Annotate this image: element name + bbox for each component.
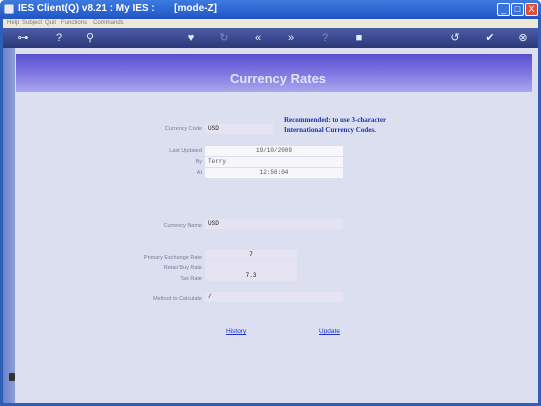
fast-forward-icon[interactable]: » xyxy=(284,31,298,45)
menu-commands[interactable]: Commands xyxy=(93,19,124,28)
history-link[interactable]: History xyxy=(226,328,246,335)
page-title: Currency Rates xyxy=(229,71,327,86)
help-icon[interactable]: ? xyxy=(52,31,66,45)
side-strip xyxy=(3,48,15,403)
refresh-icon[interactable]: ↻ xyxy=(217,31,231,45)
window-title: IES Client(Q) v8.21 : My IES : [mode-Z] xyxy=(18,3,217,14)
rewind-icon[interactable]: « xyxy=(251,31,265,45)
retail-buy-label: Retail Buy Rate xyxy=(163,265,202,271)
menu-functions[interactable]: Functions xyxy=(61,19,87,28)
menu-quit[interactable]: Quit xyxy=(45,19,56,28)
primary-rate-field[interactable]: 7 xyxy=(205,250,297,260)
recommendation-note-line2: International Currency Codes. xyxy=(284,126,376,134)
at-field: 12:56:04 xyxy=(205,168,343,178)
maximize-button[interactable]: □ xyxy=(511,3,524,16)
last-updated-field: 19/10/2009 xyxy=(205,146,343,156)
page-banner: Currency Rates xyxy=(16,54,532,92)
app-icon xyxy=(4,4,14,14)
search-icon[interactable]: ⚲ xyxy=(83,31,97,45)
method-field[interactable]: / xyxy=(205,292,343,302)
currency-code-label: Currency Code xyxy=(165,126,202,132)
menu-subject[interactable]: Subject xyxy=(22,19,42,28)
stop-icon[interactable]: ■ xyxy=(352,31,366,45)
by-label: By xyxy=(195,159,202,165)
at-label: At xyxy=(196,170,202,176)
minimize-button[interactable]: _ xyxy=(497,3,510,16)
undo-icon[interactable]: ↺ xyxy=(448,31,462,45)
retail-buy-field[interactable] xyxy=(205,261,297,271)
method-label: Method to Calculate xyxy=(153,296,202,302)
menu-help[interactable]: Help xyxy=(7,19,19,28)
currency-name-label: Currency Name xyxy=(163,223,202,229)
last-updated-label: Last Updated xyxy=(169,148,202,154)
close-button[interactable]: X xyxy=(525,3,538,16)
toolbar: ⊶ ? ⚲ ♥ ↻ « » ? ■ ↺ ✔ ⊗ xyxy=(3,28,538,48)
key-icon[interactable]: ⊶ xyxy=(11,31,35,45)
cancel-icon[interactable]: ⊗ xyxy=(516,31,530,45)
help-dim-icon[interactable]: ? xyxy=(318,31,332,45)
side-tool-icon[interactable] xyxy=(9,373,15,381)
update-link[interactable]: Update xyxy=(319,328,340,335)
heart-icon[interactable]: ♥ xyxy=(184,31,198,45)
primary-rate-label: Primary Exchange Rate xyxy=(143,255,202,261)
recommendation-note-line1: Recommended: to use 3-character xyxy=(284,116,387,124)
title-bar[interactable]: IES Client(Q) v8.21 : My IES : [mode-Z] … xyxy=(0,0,541,19)
currency-name-field[interactable]: USD xyxy=(205,219,343,229)
by-field: Terry xyxy=(205,157,343,167)
menu-bar: Help Subject Quit Functions Commands xyxy=(3,19,538,28)
currency-code-field[interactable]: USD xyxy=(205,124,273,134)
tax-rate-label: Tax Rate xyxy=(180,276,202,282)
tax-rate-field[interactable]: 7.3 xyxy=(205,271,297,281)
accept-icon[interactable]: ✔ xyxy=(483,31,497,45)
